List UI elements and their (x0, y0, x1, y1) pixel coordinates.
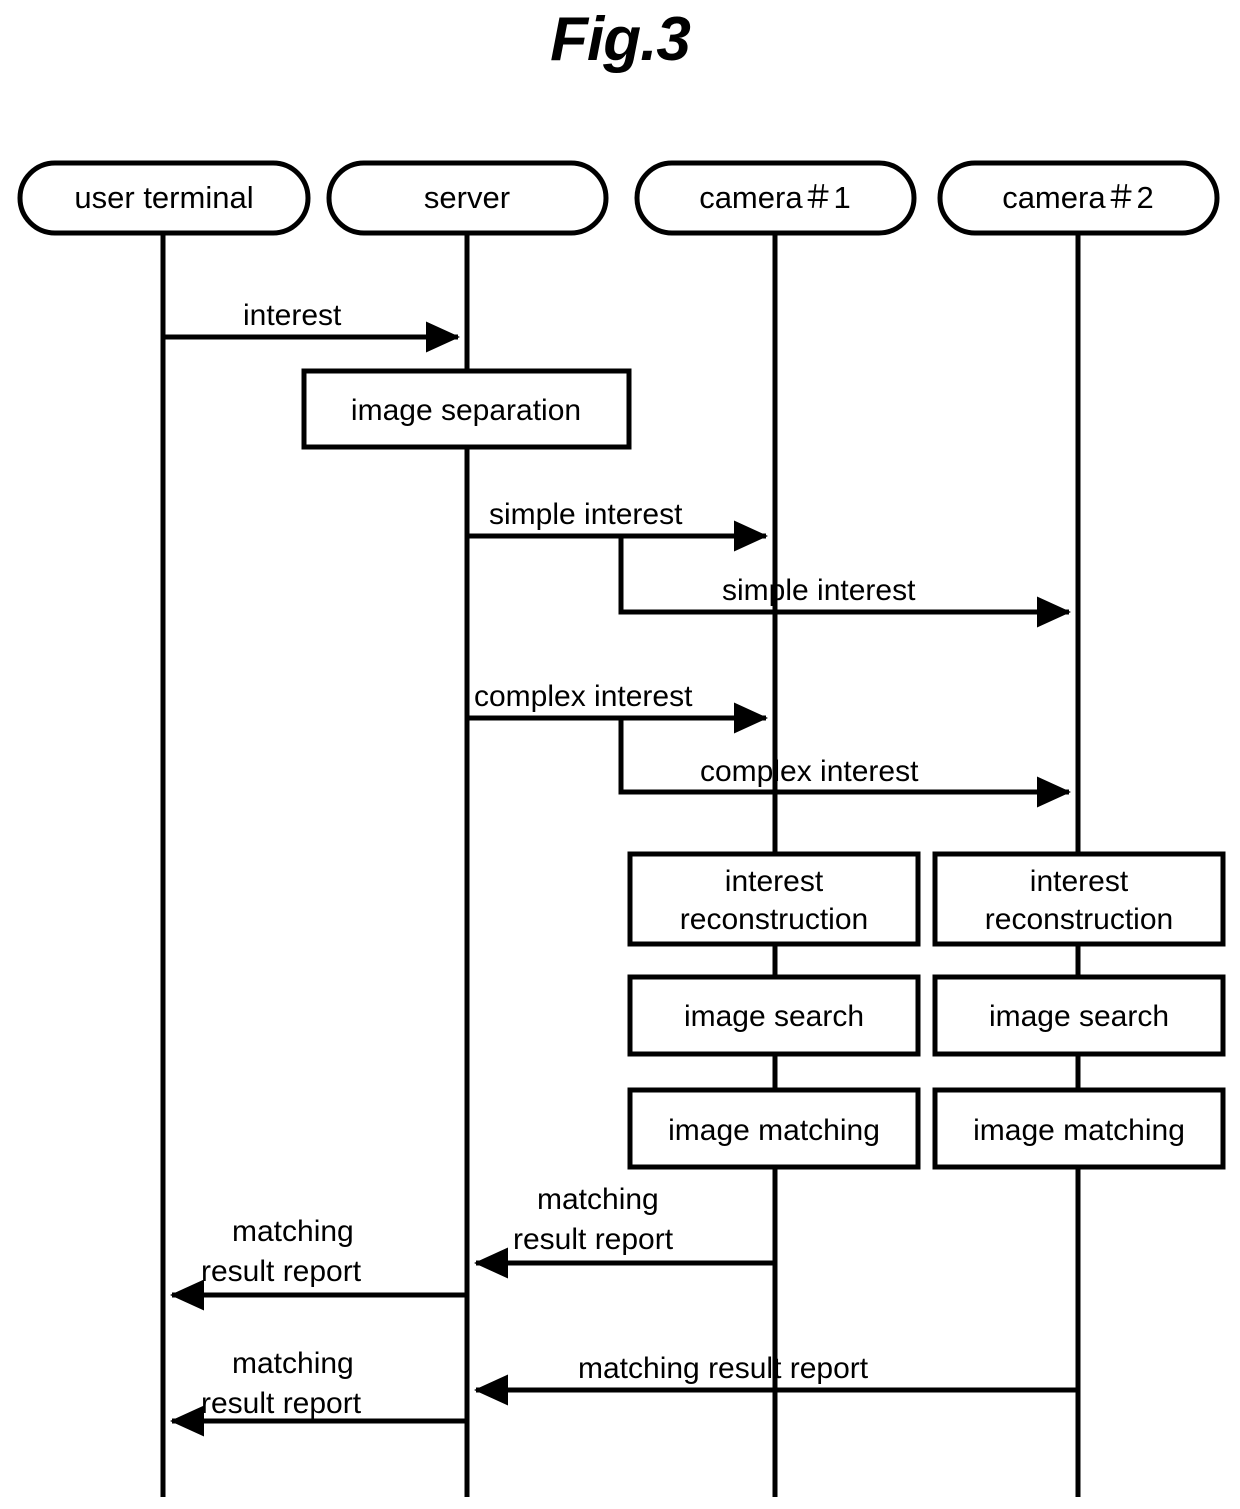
message-label-matching-result-report-cam2: matching result report (578, 1352, 869, 1385)
message-label-interest: interest (243, 299, 342, 332)
process-label-cam1-interest-reconstruction-line1: interest (725, 865, 824, 898)
process-label-cam2-image-search: image search (989, 1000, 1169, 1033)
message-label-matching-result-report-cam1-line2: result report (513, 1223, 674, 1256)
message-interest: interest (163, 299, 460, 353)
actor-header-user-terminal[interactable]: user terminal (17, 160, 311, 236)
actor-label-camera-2: camera＃2 (1002, 180, 1154, 215)
actor-label-server: server (424, 180, 510, 215)
message-label-matching-result-report-srv2-line2: result report (201, 1387, 362, 1420)
process-label-cam1-image-matching: image matching (668, 1114, 880, 1147)
process-box-cam1-image-search: image search (627, 974, 921, 1057)
actor-header-camera-1[interactable]: camera＃1 (634, 160, 917, 236)
process-box-cam2-interest-reconstruction: interest reconstruction (932, 851, 1226, 947)
process-label-cam2-interest-reconstruction-line2: reconstruction (985, 903, 1173, 936)
process-label-cam1-image-search: image search (684, 1000, 864, 1033)
message-simple-interest-cam2: simple interest (618, 536, 1071, 628)
process-label-image-separation: image separation (351, 394, 581, 427)
process-box-cam1-image-matching: image matching (627, 1087, 921, 1170)
figure-page: Fig.3 user terminal server camera＃1 came… (0, 0, 1240, 1509)
message-complex-interest-cam1: complex interest (467, 680, 768, 734)
message-label-complex-interest-cam2: complex interest (700, 755, 919, 788)
message-matching-result-report-srv2: matching result report (170, 1347, 467, 1437)
message-label-matching-result-report-srv2-line1: matching (232, 1347, 354, 1380)
process-label-cam2-interest-reconstruction-line1: interest (1030, 865, 1129, 898)
actor-header-camera-2[interactable]: camera＃2 (937, 160, 1220, 236)
message-label-matching-result-report-cam1-line1: matching (537, 1183, 659, 1216)
message-label-simple-interest-cam1: simple interest (489, 498, 683, 531)
message-label-matching-result-report-srv1-line1: matching (232, 1215, 354, 1248)
message-simple-interest-cam1: simple interest (467, 498, 768, 552)
process-box-cam1-interest-reconstruction: interest reconstruction (627, 851, 921, 947)
sequence-diagram-canvas: user terminal server camera＃1 camera＃2 i… (17, 160, 1226, 1497)
message-matching-result-report-cam1: matching result report (474, 1183, 775, 1279)
message-matching-result-report-cam2: matching result report (474, 1352, 1078, 1406)
process-box-cam2-image-matching: image matching (932, 1087, 1226, 1170)
message-complex-interest-cam2: complex interest (618, 718, 1071, 808)
actor-label-user-terminal: user terminal (74, 180, 253, 215)
actor-label-camera-1: camera＃1 (699, 180, 851, 215)
message-label-simple-interest-cam2: simple interest (722, 574, 916, 607)
process-label-cam2-image-matching: image matching (973, 1114, 1185, 1147)
process-label-cam1-interest-reconstruction-line2: reconstruction (680, 903, 868, 936)
process-box-image-separation: image separation (301, 368, 632, 450)
actor-header-server[interactable]: server (326, 160, 609, 236)
message-label-matching-result-report-srv1-line2: result report (201, 1255, 362, 1288)
message-label-complex-interest-cam1: complex interest (474, 680, 693, 713)
message-matching-result-report-srv1: matching result report (170, 1215, 467, 1311)
process-box-cam2-image-search: image search (932, 974, 1226, 1057)
